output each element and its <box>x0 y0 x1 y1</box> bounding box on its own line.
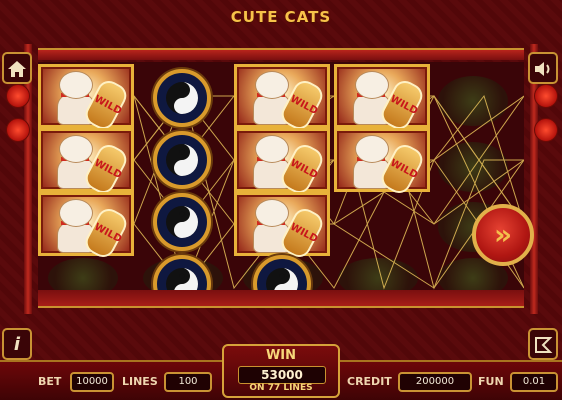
yin-yang-icon <box>153 131 211 189</box>
lines-label: LINES <box>122 375 158 388</box>
yin-yang-symbol <box>134 190 230 254</box>
wild-cat-symbol: WILD <box>38 192 134 262</box>
wild-cat-symbol: WILD <box>334 128 430 198</box>
yin-yang-symbol <box>234 252 330 290</box>
yin-yang-symbol <box>134 128 230 192</box>
fun-label: FUN <box>478 375 504 388</box>
wild-cat-symbol: WILD <box>234 64 330 134</box>
spin-button[interactable]: » <box>472 204 534 266</box>
game-title: CUTE CATS <box>230 8 332 26</box>
win-lines-text: ON 77 LINES <box>249 383 313 393</box>
info-button[interactable]: i <box>2 328 32 360</box>
home-icon <box>8 61 26 77</box>
fun-value[interactable]: 0.01 <box>510 372 558 392</box>
wild-cat-symbol: WILD <box>38 128 134 198</box>
wild-cat-symbol: WILD <box>334 64 430 134</box>
wild-cat-symbol: WILD <box>38 64 134 134</box>
sound-button[interactable] <box>528 52 558 84</box>
bet-value[interactable]: 10000 <box>70 372 114 392</box>
lantern-icon <box>534 118 558 142</box>
win-panel: WIN 53000 ON 77 LINES <box>222 344 340 398</box>
win-label: WIN <box>265 348 297 363</box>
yin-yang-icon <box>153 69 211 127</box>
home-button[interactable] <box>2 52 32 84</box>
speaker-icon <box>535 62 550 76</box>
double-chevron-right-icon: » <box>493 218 513 251</box>
yin-yang-icon <box>253 255 311 290</box>
autoplay-icon <box>535 337 553 353</box>
reel-top-frame <box>38 48 524 60</box>
yin-yang-icon <box>153 255 211 290</box>
lines-value[interactable]: 100 <box>164 372 212 392</box>
yin-yang-symbol <box>134 66 230 130</box>
lantern-icon <box>534 84 558 108</box>
bet-label: BET <box>38 375 62 388</box>
win-value: 53000 <box>238 366 326 384</box>
reel-bottom-frame <box>38 290 524 308</box>
reel-area: WILD WILD WILD WILD WILD WILD WILD WILD <box>38 62 524 290</box>
game-screen: CUTE CATS WILD WILD WILD WILD WILD WILD … <box>0 0 562 400</box>
yin-yang-icon <box>153 193 211 251</box>
lantern-icon <box>6 118 30 142</box>
lantern-icon <box>6 84 30 108</box>
info-icon: i <box>13 334 21 355</box>
credit-label: CREDIT <box>347 375 392 388</box>
yin-yang-symbol <box>134 252 230 290</box>
credit-value: 200000 <box>398 372 472 392</box>
wild-cat-symbol: WILD <box>234 192 330 262</box>
wild-cat-symbol: WILD <box>234 128 330 198</box>
autoplay-button[interactable] <box>528 328 558 360</box>
